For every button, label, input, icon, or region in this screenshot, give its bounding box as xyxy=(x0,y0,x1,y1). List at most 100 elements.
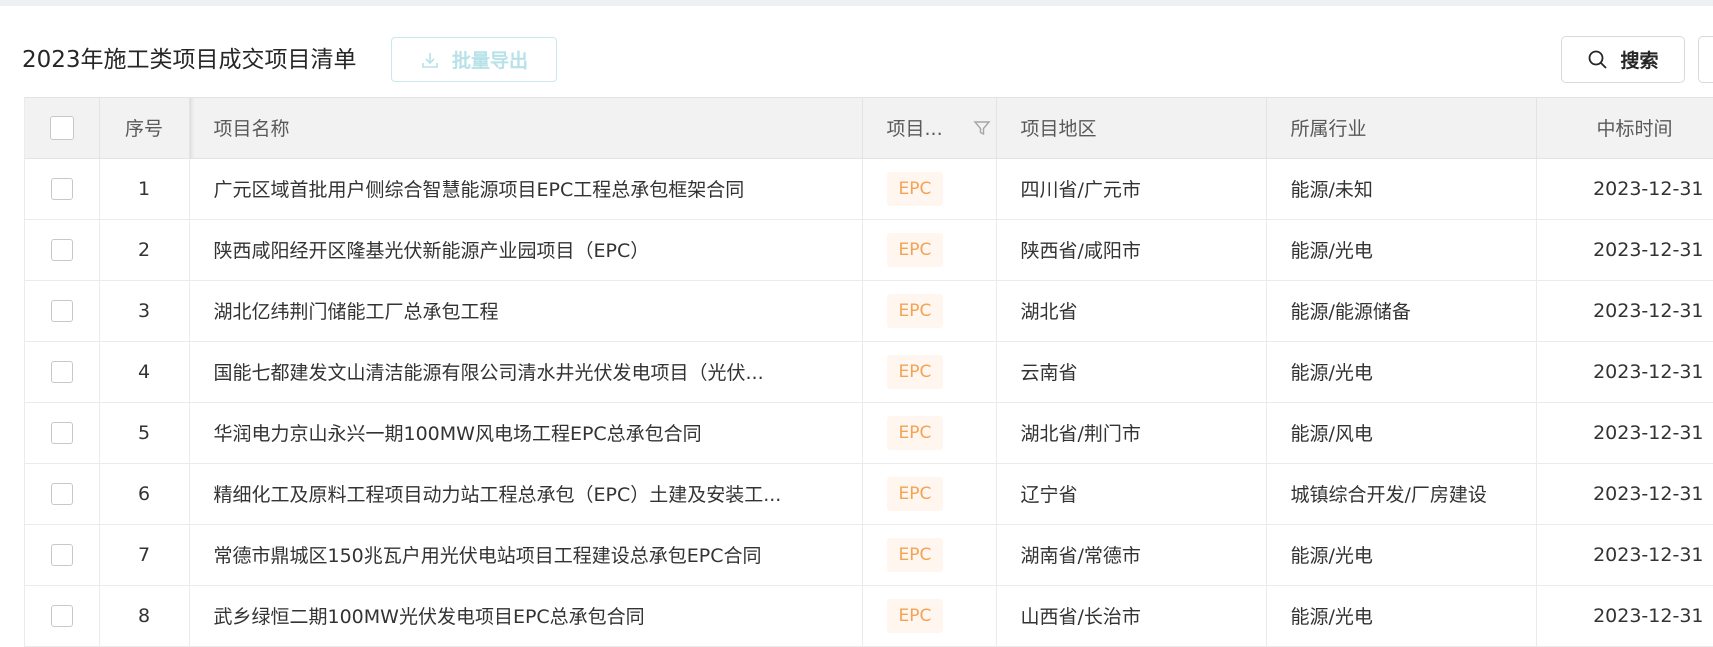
row-project-name[interactable]: 广元区域首批用户侧综合智慧能源项目EPC工程总承包框架合同 xyxy=(214,175,862,202)
row-region: 山西省/长治市 xyxy=(996,585,1267,647)
row-select-cell xyxy=(25,524,100,586)
row-award-time: 2023-12-31 xyxy=(1593,360,1704,383)
row-project-name-cell: 国能七都建发文山清洁能源有限公司清水井光伏发电项目（光伏... xyxy=(189,341,863,403)
row-award-time-cell: 2023-12-31 xyxy=(1536,280,1713,342)
row-project-name[interactable]: 陕西咸阳经开区隆基光伏新能源产业园项目（EPC） xyxy=(214,236,862,263)
row-region: 湖南省/常德市 xyxy=(996,524,1267,586)
row-project-name[interactable]: 常德市鼎城区150兆瓦户用光伏电站项目工程建设总承包EPC合同 xyxy=(214,541,862,568)
filter-icon[interactable] xyxy=(972,118,992,138)
row-project-name-cell: 湖北亿纬荆门储能工厂总承包工程 xyxy=(189,280,863,342)
table-row[interactable]: 5 华润电力京山永兴一期100MW风电场工程EPC总承包合同 EPC 湖北省/荆门市能… xyxy=(25,402,1713,464)
table-row[interactable]: 6 精细化工及原料工程项目动力站工程总承包（EPC）土建及安装工... EPC 辽宁省… xyxy=(25,463,1713,525)
select-all-checkbox[interactable] xyxy=(49,115,74,140)
row-region: 云南省 xyxy=(996,341,1267,403)
column-header-type-cell: 项目... xyxy=(862,98,997,159)
row-region: 陕西省/咸阳市 xyxy=(996,219,1267,281)
projects-table-container: 序号 项目名称 项目... 项目地区 所属行业 中标时间 1 广元区域首批用户侧… xyxy=(24,97,1713,647)
row-checkbox[interactable] xyxy=(50,299,73,322)
row-region: 湖北省 xyxy=(996,280,1267,342)
projects-table: 序号 项目名称 项目... 项目地区 所属行业 中标时间 1 广元区域首批用户侧… xyxy=(25,98,1713,647)
column-header-type: 项目... xyxy=(886,118,943,141)
table-row[interactable]: 2 陕西咸阳经开区隆基光伏新能源产业园项目（EPC） EPC 陕西省/咸阳市 能源/光电… xyxy=(25,219,1713,281)
row-project-name[interactable]: 精细化工及原料工程项目动力站工程总承包（EPC）土建及安装工... xyxy=(214,480,862,507)
row-project-name-cell: 武乡绿恒二期100MW光伏发电项目EPC总承包合同 xyxy=(189,585,863,647)
row-seq: 2 xyxy=(99,219,190,281)
project-type-badge: EPC xyxy=(886,415,944,450)
row-seq: 6 xyxy=(99,463,190,525)
batch-export-button[interactable]: 批量导出 xyxy=(391,37,557,82)
row-project-name[interactable]: 国能七都建发文山清洁能源有限公司清水井光伏发电项目（光伏... xyxy=(214,358,862,385)
toolbar: 2023年施工类项目成交项目清单 批量导出 搜索 xyxy=(0,6,1713,91)
row-region: 辽宁省 xyxy=(996,463,1267,525)
row-seq: 1 xyxy=(99,158,190,220)
row-industry: 能源/能源储备 xyxy=(1266,280,1537,342)
table-row[interactable]: 3 湖北亿纬荆门储能工厂总承包工程 EPC 湖北省 能源/能源储备 2023-12-31 xyxy=(25,280,1713,342)
row-region: 四川省/广元市 xyxy=(996,158,1267,220)
row-industry: 能源/光电 xyxy=(1266,524,1537,586)
row-industry: 能源/未知 xyxy=(1266,158,1537,220)
table-row[interactable]: 4 国能七都建发文山清洁能源有限公司清水井光伏发电项目（光伏... EPC 云南省 能源… xyxy=(25,341,1713,403)
row-award-time: 2023-12-31 xyxy=(1593,604,1704,627)
row-project-name[interactable]: 湖北亿纬荆门储能工厂总承包工程 xyxy=(214,297,862,324)
table-header-row: 序号 项目名称 项目... 项目地区 所属行业 中标时间 xyxy=(25,98,1713,159)
row-checkbox[interactable] xyxy=(50,604,73,627)
column-header-time: 中标时间 xyxy=(1536,98,1713,159)
row-project-name-cell: 广元区域首批用户侧综合智慧能源项目EPC工程总承包框架合同 xyxy=(189,158,863,220)
row-seq: 3 xyxy=(99,280,190,342)
row-award-time: 2023-12-31 xyxy=(1593,177,1704,200)
row-checkbox[interactable] xyxy=(50,421,73,444)
row-industry: 能源/风电 xyxy=(1266,402,1537,464)
batch-export-label: 批量导出 xyxy=(451,50,528,72)
project-type-badge: EPC xyxy=(886,598,944,633)
table-row[interactable]: 1 广元区域首批用户侧综合智慧能源项目EPC工程总承包框架合同 EPC 四川省/广元市… xyxy=(25,158,1713,220)
row-award-time: 2023-12-31 xyxy=(1593,421,1704,444)
row-award-time: 2023-12-31 xyxy=(1593,238,1704,261)
row-select-cell xyxy=(25,585,100,647)
row-select-cell xyxy=(25,280,100,342)
row-industry: 城镇综合开发/厂房建设 xyxy=(1266,463,1537,525)
row-checkbox[interactable] xyxy=(50,177,73,200)
project-type-badge: EPC xyxy=(886,293,944,328)
table-row[interactable]: 7 常德市鼎城区150兆瓦户用光伏电站项目工程建设总承包EPC合同 EPC 湖南省/常… xyxy=(25,524,1713,586)
row-seq: 8 xyxy=(99,585,190,647)
row-award-time-cell: 2023-12-31 xyxy=(1536,524,1713,586)
project-type-badge: EPC xyxy=(886,537,944,572)
row-checkbox[interactable] xyxy=(50,482,73,505)
row-award-time-cell: 2023-12-31 xyxy=(1536,341,1713,403)
row-select-cell xyxy=(25,341,100,403)
table-row[interactable]: 8 武乡绿恒二期100MW光伏发电项目EPC总承包合同 EPC 山西省/长治市 能源/光… xyxy=(25,585,1713,647)
row-award-time-cell: 2023-12-31 xyxy=(1536,463,1713,525)
page-title: 2023年施工类项目成交项目清单 xyxy=(22,47,357,73)
row-award-time: 2023-12-31 xyxy=(1593,482,1704,505)
row-project-name[interactable]: 华润电力京山永兴一期100MW风电场工程EPC总承包合同 xyxy=(214,419,862,446)
row-select-cell xyxy=(25,402,100,464)
search-button[interactable]: 搜索 xyxy=(1561,36,1685,83)
row-type-cell: EPC xyxy=(862,341,997,403)
project-type-badge: EPC xyxy=(886,232,944,267)
row-type-cell: EPC xyxy=(862,402,997,464)
row-type-cell: EPC xyxy=(862,280,997,342)
row-award-time-cell: 2023-12-31 xyxy=(1536,219,1713,281)
row-type-cell: EPC xyxy=(862,219,997,281)
row-select-cell xyxy=(25,158,100,220)
row-type-cell: EPC xyxy=(862,158,997,220)
row-checkbox[interactable] xyxy=(50,360,73,383)
column-header-seq: 序号 xyxy=(99,98,190,159)
project-type-badge: EPC xyxy=(886,476,944,511)
row-type-cell: EPC xyxy=(862,524,997,586)
row-checkbox[interactable] xyxy=(50,238,73,261)
row-project-name[interactable]: 武乡绿恒二期100MW光伏发电项目EPC总承包合同 xyxy=(214,602,862,629)
row-award-time-cell: 2023-12-31 xyxy=(1536,585,1713,647)
row-select-cell xyxy=(25,219,100,281)
column-header-region: 项目地区 xyxy=(996,98,1267,159)
download-icon xyxy=(420,50,440,70)
row-region: 湖北省/荆门市 xyxy=(996,402,1267,464)
project-type-badge: EPC xyxy=(886,171,944,206)
row-award-time: 2023-12-31 xyxy=(1593,543,1704,566)
more-button[interactable] xyxy=(1698,36,1713,83)
row-checkbox[interactable] xyxy=(50,543,73,566)
row-project-name-cell: 陕西咸阳经开区隆基光伏新能源产业园项目（EPC） xyxy=(189,219,863,281)
row-industry: 能源/光电 xyxy=(1266,585,1537,647)
row-seq: 5 xyxy=(99,402,190,464)
table-body: 1 广元区域首批用户侧综合智慧能源项目EPC工程总承包框架合同 EPC 四川省/广元市… xyxy=(25,158,1713,647)
